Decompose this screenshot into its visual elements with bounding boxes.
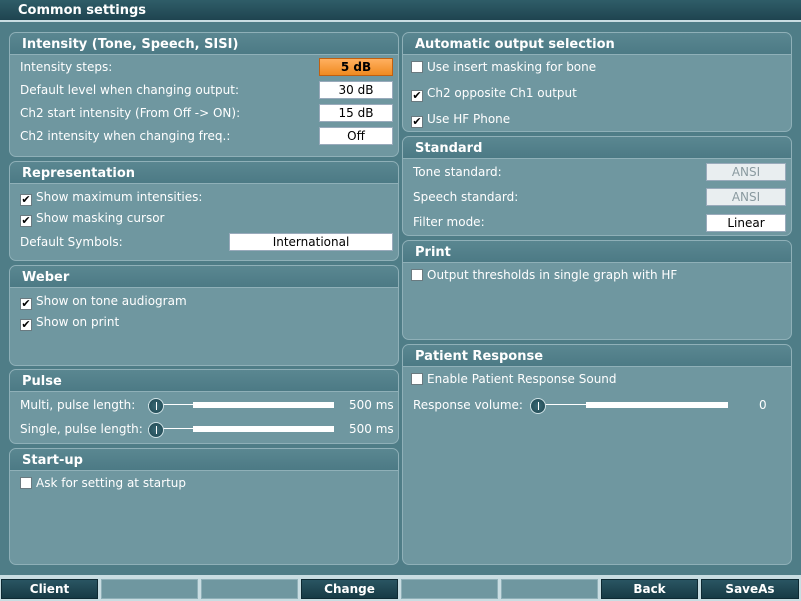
saveas-button[interactable]: SaveAs: [701, 579, 799, 599]
single-pulse-label: Single, pulse length:: [20, 422, 143, 436]
response-volume-slider[interactable]: [530, 398, 728, 414]
patient-sound-row[interactable]: Enable Patient Response Sound: [411, 370, 617, 388]
filter-mode-field[interactable]: Linear: [706, 214, 786, 232]
ch2-start-label: Ch2 start intensity (From Off -> ON):: [20, 106, 241, 120]
show-masking-label: Show masking cursor: [36, 211, 165, 225]
filter-mode-label: Filter mode:: [413, 215, 485, 229]
weber-tone-row[interactable]: ✔ Show on tone audiogram: [20, 292, 187, 310]
representation-title: Representation: [10, 162, 398, 184]
ch2-opposite-row[interactable]: ✔ Ch2 opposite Ch1 output: [411, 84, 577, 102]
ask-startup-label: Ask for setting at startup: [36, 476, 186, 490]
single-pulse-slider-knob[interactable]: [148, 422, 164, 438]
function-key-3[interactable]: [201, 579, 298, 599]
intensity-panel: Intensity (Tone, Speech, SISI) Intensity…: [9, 32, 399, 157]
intensity-title: Intensity (Tone, Speech, SISI): [10, 33, 398, 55]
weber-print-label: Show on print: [36, 315, 120, 329]
weber-print-row[interactable]: ✔ Show on print: [20, 313, 119, 331]
ask-startup-row[interactable]: Ask for setting at startup: [20, 474, 186, 492]
startup-panel: Start-up Ask for setting at startup: [9, 448, 399, 565]
single-pulse-value: 500 ms: [349, 422, 394, 436]
insert-masking-checkbox[interactable]: [411, 61, 423, 73]
hf-phone-label: Use HF Phone: [427, 112, 511, 126]
intensity-steps-label: Intensity steps:: [20, 60, 113, 74]
multi-pulse-slider-knob[interactable]: [148, 398, 164, 414]
response-volume-value: 0: [759, 398, 767, 412]
function-key-5[interactable]: [401, 579, 498, 599]
pulse-title: Pulse: [10, 370, 398, 392]
client-button[interactable]: Client: [1, 579, 98, 599]
patient-sound-checkbox[interactable]: [411, 373, 423, 385]
auto-output-title: Automatic output selection: [403, 33, 791, 55]
ch2-freq-label: Ch2 intensity when changing freq.:: [20, 129, 231, 143]
weber-print-checkbox[interactable]: ✔: [20, 319, 32, 331]
multi-pulse-slider[interactable]: [148, 398, 334, 414]
insert-masking-label: Use insert masking for bone: [427, 60, 597, 74]
change-button[interactable]: Change: [301, 579, 398, 599]
window-title: Common settings: [0, 0, 801, 22]
patient-response-title: Patient Response: [403, 345, 791, 367]
tone-standard-label: Tone standard:: [413, 165, 502, 179]
ch2-opposite-checkbox[interactable]: ✔: [411, 90, 423, 102]
ch2-opposite-label: Ch2 opposite Ch1 output: [427, 86, 577, 100]
ch2-freq-field[interactable]: Off: [319, 127, 393, 145]
show-max-label: Show maximum intensities:: [36, 190, 203, 204]
default-symbols-label: Default Symbols:: [20, 235, 123, 249]
multi-pulse-label: Multi, pulse length:: [20, 398, 136, 412]
ch2-start-field[interactable]: 15 dB: [319, 104, 393, 122]
show-masking-checkbox[interactable]: ✔: [20, 215, 32, 227]
default-level-label: Default level when changing output:: [20, 83, 240, 97]
show-masking-row[interactable]: ✔ Show masking cursor: [20, 209, 164, 227]
output-thresholds-row[interactable]: Output thresholds in single graph with H…: [411, 266, 677, 284]
show-max-checkbox[interactable]: ✔: [20, 194, 32, 206]
hf-phone-checkbox[interactable]: ✔: [411, 116, 423, 128]
function-key-6[interactable]: [501, 579, 598, 599]
default-level-field[interactable]: 30 dB: [319, 81, 393, 99]
print-panel: Print Output thresholds in single graph …: [402, 240, 792, 340]
weber-tone-checkbox[interactable]: ✔: [20, 298, 32, 310]
pulse-panel: Pulse Multi, pulse length: 500 ms Single…: [9, 369, 399, 444]
function-key-2[interactable]: [101, 579, 198, 599]
standard-panel: Standard Tone standard: ANSI Speech stan…: [402, 136, 792, 236]
output-thresholds-label: Output thresholds in single graph with H…: [427, 268, 678, 282]
startup-title: Start-up: [10, 449, 398, 471]
weber-title: Weber: [10, 266, 398, 288]
representation-panel: Representation ✔ Show maximum intensities…: [9, 161, 399, 261]
single-pulse-slider[interactable]: [148, 422, 334, 438]
multi-pulse-value: 500 ms: [349, 398, 394, 412]
hf-phone-row[interactable]: ✔ Use HF Phone: [411, 110, 510, 128]
output-thresholds-checkbox[interactable]: [411, 269, 423, 281]
intensity-steps-field[interactable]: 5 dB: [319, 58, 393, 76]
weber-tone-label: Show on tone audiogram: [36, 294, 187, 308]
patient-sound-label: Enable Patient Response Sound: [427, 372, 617, 386]
ask-startup-checkbox[interactable]: [20, 477, 32, 489]
insert-masking-row[interactable]: Use insert masking for bone: [411, 58, 596, 76]
speech-standard-field: ANSI: [706, 188, 786, 206]
standard-title: Standard: [403, 137, 791, 159]
back-button[interactable]: Back: [601, 579, 698, 599]
response-volume-label: Response volume:: [413, 398, 523, 412]
print-title: Print: [403, 241, 791, 263]
patient-response-panel: Patient Response Enable Patient Response…: [402, 344, 792, 565]
show-max-row[interactable]: ✔ Show maximum intensities:: [20, 188, 202, 206]
response-volume-slider-knob[interactable]: [530, 398, 546, 414]
tone-standard-field: ANSI: [706, 163, 786, 181]
speech-standard-label: Speech standard:: [413, 190, 519, 204]
default-symbols-field[interactable]: International: [229, 233, 393, 251]
weber-panel: Weber ✔ Show on tone audiogram ✔ Show on p…: [9, 265, 399, 366]
auto-output-panel: Automatic output selection Use insert ma…: [402, 32, 792, 132]
